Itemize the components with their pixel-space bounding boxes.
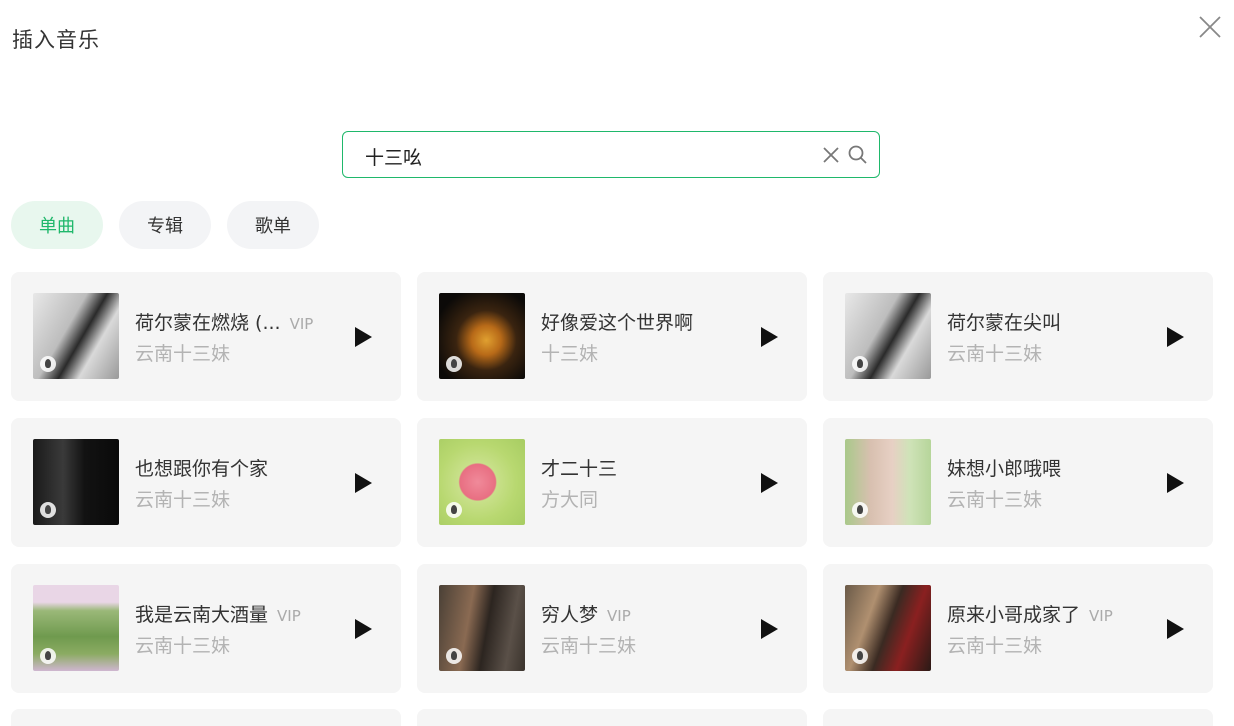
song-card[interactable]: 我是云南大酒量 VIP 云南十三妹 — [11, 564, 401, 693]
song-list: 荷尔蒙在燃烧 (... VIP 云南十三妹 好像爱这个世界啊 十三妹 荷尔蒙在尖… — [11, 272, 1213, 693]
music-logo-icon — [40, 356, 56, 372]
result-type-tabs: 单曲 专辑 歌单 — [11, 201, 319, 249]
song-card[interactable]: 荷尔蒙在燃烧 (... VIP 云南十三妹 — [11, 272, 401, 401]
close-icon[interactable] — [1195, 12, 1225, 42]
album-cover — [845, 585, 931, 671]
song-card[interactable]: 妹想小郎哦喂 云南十三妹 — [823, 418, 1213, 547]
artist-name: 云南十三妹 — [947, 635, 1043, 657]
vip-badge: VIP — [277, 607, 301, 625]
play-icon[interactable] — [761, 473, 778, 493]
song-title: 荷尔蒙在尖叫 — [947, 312, 1062, 334]
play-icon[interactable] — [761, 327, 778, 347]
artist-name: 方大同 — [541, 489, 599, 511]
song-card[interactable]: 好像爱这个世界啊 十三妹 — [417, 272, 807, 401]
tab-single[interactable]: 单曲 — [11, 201, 103, 249]
song-card[interactable]: 也想跟你有个家 云南十三妹 — [11, 418, 401, 547]
play-icon[interactable] — [355, 473, 372, 493]
artist-name: 云南十三妹 — [947, 343, 1043, 365]
music-logo-icon — [852, 356, 868, 372]
artist-name: 云南十三妹 — [135, 343, 231, 365]
vip-badge: VIP — [607, 607, 631, 625]
album-cover — [845, 439, 931, 525]
music-logo-icon — [852, 502, 868, 518]
search-input[interactable] — [363, 140, 807, 172]
music-logo-icon — [40, 502, 56, 518]
music-logo-icon — [446, 356, 462, 372]
vip-badge: VIP — [1089, 607, 1113, 625]
album-cover — [439, 293, 525, 379]
song-title: 荷尔蒙在燃烧 (... — [135, 312, 281, 334]
song-card-partial[interactable] — [823, 709, 1213, 726]
search-icon[interactable] — [847, 144, 869, 166]
album-cover — [33, 439, 119, 525]
play-icon[interactable] — [1167, 619, 1184, 639]
play-icon[interactable] — [761, 619, 778, 639]
album-cover — [845, 293, 931, 379]
clear-icon[interactable] — [821, 145, 841, 165]
dialog-title: 插入音乐 — [12, 28, 100, 52]
artist-name: 云南十三妹 — [135, 635, 231, 657]
artist-name: 十三妹 — [541, 343, 599, 365]
play-icon[interactable] — [355, 327, 372, 347]
play-icon[interactable] — [355, 619, 372, 639]
artist-name: 云南十三妹 — [947, 489, 1043, 511]
music-logo-icon — [446, 502, 462, 518]
album-cover — [439, 439, 525, 525]
album-cover — [439, 585, 525, 671]
search-box — [342, 131, 880, 178]
music-logo-icon — [40, 648, 56, 664]
play-icon[interactable] — [1167, 473, 1184, 493]
song-card-partial[interactable] — [11, 709, 401, 726]
song-card[interactable]: 荷尔蒙在尖叫 云南十三妹 — [823, 272, 1213, 401]
song-card-partial[interactable] — [417, 709, 807, 726]
tab-playlist[interactable]: 歌单 — [227, 201, 319, 249]
song-card[interactable]: 才二十三 方大同 — [417, 418, 807, 547]
album-cover — [33, 585, 119, 671]
music-logo-icon — [446, 648, 462, 664]
song-title: 好像爱这个世界啊 — [541, 312, 694, 334]
song-card[interactable]: 原来小哥成家了 VIP 云南十三妹 — [823, 564, 1213, 693]
artist-name: 云南十三妹 — [541, 635, 637, 657]
song-title: 我是云南大酒量 — [135, 604, 269, 626]
song-title: 穷人梦 — [541, 604, 599, 626]
song-title: 原来小哥成家了 — [947, 604, 1081, 626]
vip-badge: VIP — [289, 315, 314, 333]
song-title: 也想跟你有个家 — [135, 458, 269, 480]
artist-name: 云南十三妹 — [135, 489, 231, 511]
song-title: 妹想小郎哦喂 — [947, 458, 1062, 480]
song-card[interactable]: 穷人梦 VIP 云南十三妹 — [417, 564, 807, 693]
play-icon[interactable] — [1167, 327, 1184, 347]
tab-album[interactable]: 专辑 — [119, 201, 211, 249]
music-logo-icon — [852, 648, 868, 664]
song-title: 才二十三 — [541, 458, 618, 480]
album-cover — [33, 293, 119, 379]
